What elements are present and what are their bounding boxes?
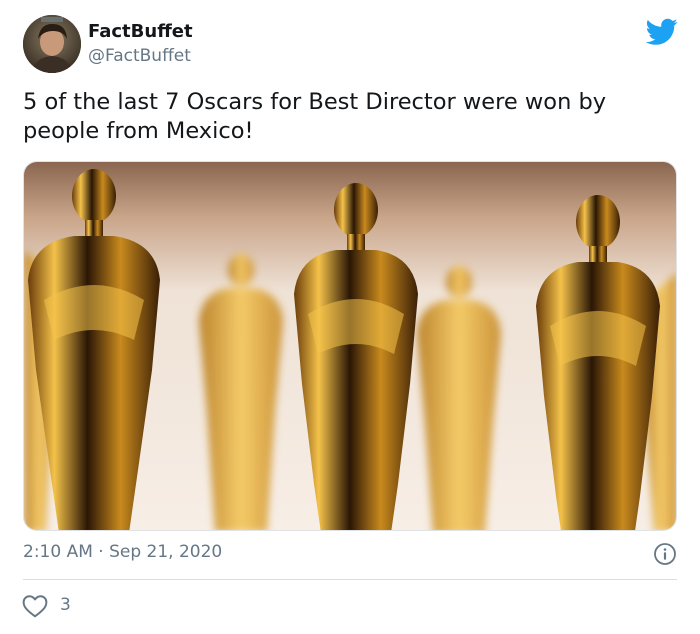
heart-icon[interactable] (22, 594, 48, 618)
author-handle[interactable]: @FactBuffet (88, 44, 191, 68)
avatar[interactable] (23, 15, 81, 73)
author-name[interactable]: FactBuffet (88, 20, 193, 44)
tweet-photo[interactable] (23, 161, 677, 531)
like-count: 3 (60, 595, 71, 615)
divider (23, 579, 677, 580)
tweet-timestamp[interactable]: 2:10 AM · Sep 21, 2020 (23, 540, 222, 564)
twitter-bird-icon[interactable] (646, 18, 678, 46)
tweet-text: 5 of the last 7 Oscars for Best Director… (23, 89, 607, 144)
info-icon[interactable] (653, 542, 677, 566)
tweet-card: FactBuffet @FactBuffet 5 of the last 7 O… (0, 0, 700, 634)
